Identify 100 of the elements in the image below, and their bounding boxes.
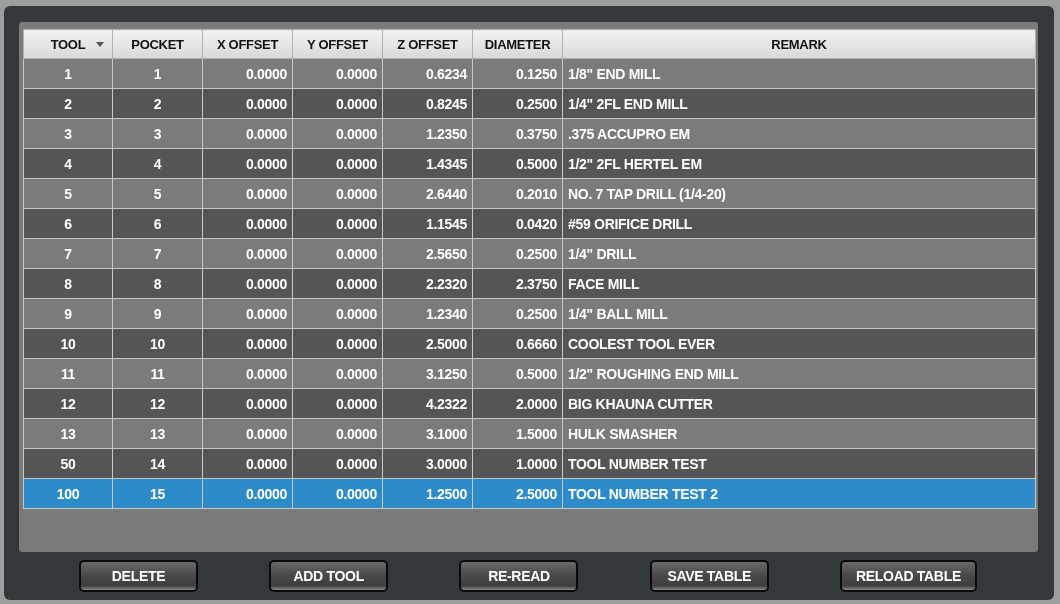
table-cell: 0.3750	[472, 118, 563, 149]
table-cell: 7	[112, 238, 203, 269]
table-cell: 2	[112, 88, 203, 119]
table-cell: 8	[23, 268, 113, 299]
table-cell: 0.0000	[202, 208, 293, 239]
table-cell: 1.2350	[382, 118, 473, 149]
table-cell: 13	[23, 418, 113, 449]
table-cell: 12	[112, 388, 203, 419]
table-cell: 2.6440	[382, 178, 473, 209]
table-row[interactable]: 5 5 0.0000 0.0000 2.6440 0.2010 NO. 7 TAP DRILL (1/4-20)	[23, 178, 1036, 209]
column-header[interactable]: DIAMETER	[472, 29, 563, 59]
table-cell: 3.0000	[382, 448, 473, 479]
table-cell: 10	[112, 328, 203, 359]
table-cell: 0.6234	[382, 58, 473, 89]
table-cell: 0.0000	[292, 268, 383, 299]
table-cell: 11	[23, 358, 113, 389]
table-cell: 4	[112, 148, 203, 179]
table-cell: 13	[112, 418, 203, 449]
column-header[interactable]: Z OFFSET	[382, 29, 473, 59]
table-cell: 12	[23, 388, 113, 419]
table-cell: 2.5650	[382, 238, 473, 269]
table-cell: 0.0000	[202, 58, 293, 89]
table-cell: 0.2500	[472, 298, 563, 329]
table-row[interactable]: 8 8 0.0000 0.0000 2.2320 2.3750 FACE MILL	[23, 268, 1036, 299]
table-cell: 0.0420	[472, 208, 563, 239]
column-header[interactable]: POCKET	[112, 29, 203, 59]
table-row[interactable]: 6 6 0.0000 0.0000 1.1545 0.0420 #59 ORIFICE DRILL	[23, 208, 1036, 239]
table-cell: 0.0000	[292, 208, 383, 239]
table-cell: BIG KHAUNA CUTTER	[562, 388, 1036, 419]
table-cell: 4.2322	[382, 388, 473, 419]
table-cell: 0.0000	[202, 178, 293, 209]
table-cell: 0.2010	[472, 178, 563, 209]
table-cell: 6	[112, 208, 203, 239]
table-cell: 3.1250	[382, 358, 473, 389]
table-row[interactable]: 3 3 0.0000 0.0000 1.2350 0.3750 .375 ACCUPRO EM	[23, 118, 1036, 149]
table-cell: 4	[23, 148, 113, 179]
table-row[interactable]: 13 13 0.0000 0.0000 3.1000 1.5000 HULK SMASHER	[23, 418, 1036, 449]
table-cell: 9	[23, 298, 113, 329]
table-row[interactable]: 1 1 0.0000 0.0000 0.6234 0.1250 1/8" END MILL	[23, 58, 1036, 89]
table-cell: TOOL NUMBER TEST	[562, 448, 1036, 479]
action-button[interactable]: SAVE TABLE	[649, 560, 769, 592]
table-row[interactable]: 9 9 0.0000 0.0000 1.2340 0.2500 1/4" BALL MILL	[23, 298, 1036, 329]
table-cell: 10	[23, 328, 113, 359]
table-cell: 1.4345	[382, 148, 473, 179]
table-cell: 0.0000	[202, 358, 293, 389]
action-button[interactable]: DELETE	[79, 560, 198, 592]
table-cell: 0.2500	[472, 88, 563, 119]
table-cell: 1.0000	[472, 448, 563, 479]
table-cell: 2.2320	[382, 268, 473, 299]
table-row[interactable]: 12 12 0.0000 0.0000 4.2322 2.0000 BIG KHAUNA CUTTER	[23, 388, 1036, 419]
table-cell: 1/4" BALL MILL	[562, 298, 1036, 329]
column-header[interactable]: X OFFSET	[202, 29, 293, 59]
column-header[interactable]: Y OFFSET	[292, 29, 383, 59]
table-cell: 0.8245	[382, 88, 473, 119]
table-cell: 0.0000	[202, 448, 293, 479]
table-cell: #59 ORIFICE DRILL	[562, 208, 1036, 239]
table-cell: 0.0000	[292, 238, 383, 269]
table-cell: 1.2500	[382, 478, 473, 509]
table-cell: 1/2" ROUGHING END MILL	[562, 358, 1036, 389]
table-cell: 0.2500	[472, 238, 563, 269]
table-row[interactable]: 7 7 0.0000 0.0000 2.5650 0.2500 1/4" DRILL	[23, 238, 1036, 269]
table-cell: 1/4" 2FL END MILL	[562, 88, 1036, 119]
table-cell: 0.0000	[292, 178, 383, 209]
table-cell: 1.2340	[382, 298, 473, 329]
column-header[interactable]: REMARK	[562, 29, 1036, 59]
table-row[interactable]: 50 14 0.0000 0.0000 3.0000 1.0000 TOOL NUMBER TEST	[23, 448, 1036, 479]
table-cell: TOOL NUMBER TEST 2	[562, 478, 1036, 509]
action-button[interactable]: RE-READ	[459, 560, 579, 592]
column-header[interactable]: TOOL	[23, 29, 113, 59]
table-cell: 1/2" 2FL HERTEL EM	[562, 148, 1036, 179]
table-row[interactable]: 11 11 0.0000 0.0000 3.1250 0.5000 1/2" ROUGHING END MILL	[23, 358, 1036, 389]
table-cell: 3	[112, 118, 203, 149]
table-cell: 1/4" DRILL	[562, 238, 1036, 269]
table-cell: 1.1545	[382, 208, 473, 239]
table-row[interactable]: 10 10 0.0000 0.0000 2.5000 0.6660 COOLEST TOOL EVER	[23, 328, 1036, 359]
table-cell: 0.0000	[202, 88, 293, 119]
action-button[interactable]: RELOAD TABLE	[839, 560, 977, 592]
table-cell: 3.1000	[382, 418, 473, 449]
action-button[interactable]: ADD TOOL	[269, 560, 389, 592]
table-cell: 1	[23, 58, 113, 89]
table-cell: 0.0000	[292, 478, 383, 509]
table-cell: 100	[23, 478, 113, 509]
table-cell: NO. 7 TAP DRILL (1/4-20)	[562, 178, 1036, 209]
table-cell: 7	[23, 238, 113, 269]
table-cell: 2.3750	[472, 268, 563, 299]
table-cell: 9	[112, 298, 203, 329]
table-cell: 0.5000	[472, 148, 563, 179]
table-cell: 0.0000	[292, 418, 383, 449]
table-cell: 0.0000	[202, 238, 293, 269]
table-row[interactable]: 4 4 0.0000 0.0000 1.4345 0.5000 1/2" 2FL HERTEL EM	[23, 148, 1036, 179]
table-cell: 8	[112, 268, 203, 299]
table-row[interactable]: 100 15 0.0000 0.0000 1.2500 2.5000 TOOL NUMBER TEST 2	[23, 478, 1036, 509]
table-row[interactable]: 2 2 0.0000 0.0000 0.8245 0.2500 1/4" 2FL END MILL	[23, 88, 1036, 119]
table-cell: 0.0000	[292, 388, 383, 419]
table-cell: 0.0000	[292, 118, 383, 149]
table-cell: 0.0000	[202, 418, 293, 449]
table-cell: 0.1250	[472, 58, 563, 89]
table-cell: COOLEST TOOL EVER	[562, 328, 1036, 359]
table-cell: 1.5000	[472, 418, 563, 449]
table-cell: 5	[112, 178, 203, 209]
